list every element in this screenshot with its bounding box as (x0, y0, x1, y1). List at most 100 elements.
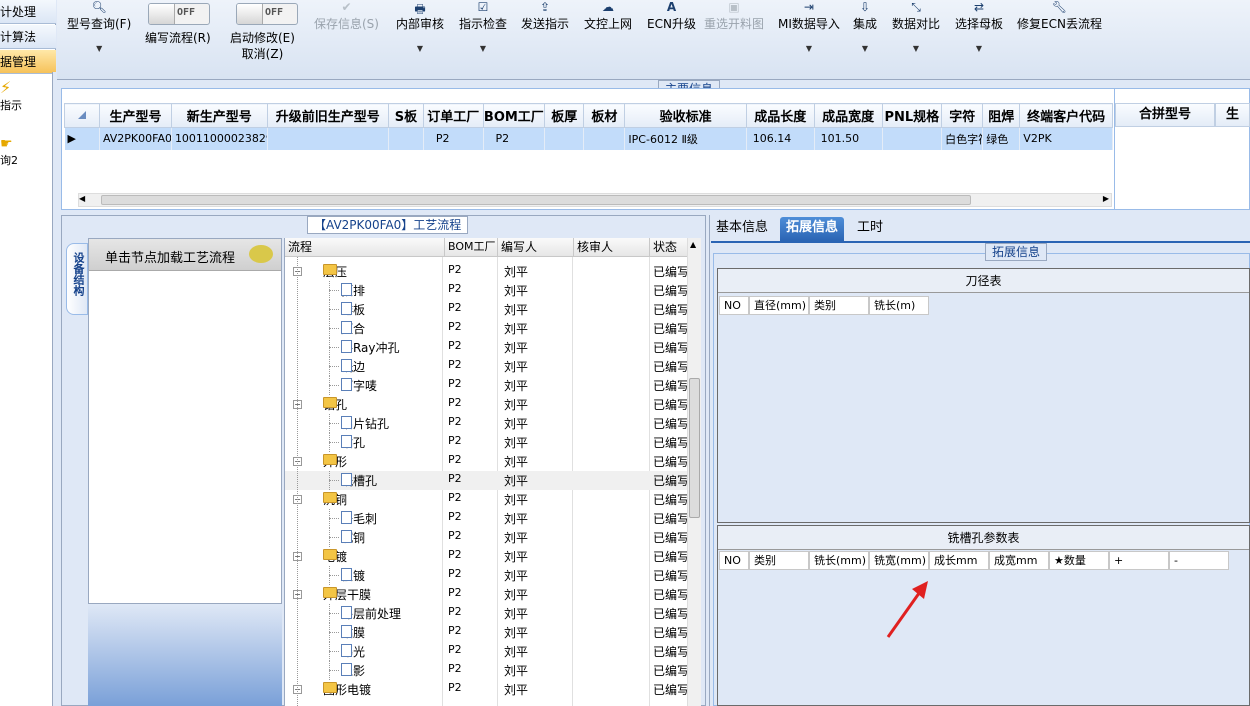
remove-column-button[interactable]: - (1169, 551, 1229, 570)
column-header[interactable]: 板材 (583, 103, 626, 128)
tree-row[interactable]: 曝光 P2 刘平 已编写 (285, 642, 687, 661)
chevron-down-icon[interactable]: ▼ (459, 44, 507, 53)
column-header[interactable]: NO (719, 296, 749, 315)
scroll-thumb[interactable] (689, 378, 700, 518)
table-cell[interactable]: 101.50 (814, 127, 883, 150)
column-header[interactable]: 成品长度 (745, 103, 815, 128)
model-query-button[interactable]: 🔍︎ 型号查询(F) ▼ (67, 0, 131, 53)
nav-sub-instruction[interactable]: ⚡ 指示 (0, 78, 22, 113)
table-cell[interactable] (267, 127, 389, 150)
column-header[interactable]: 编写人 (498, 238, 574, 257)
cancel-label[interactable]: 取消(Z) (230, 46, 295, 62)
table-cell[interactable]: IPC-6012 Ⅱ级 (624, 127, 747, 150)
table-cell[interactable] (882, 127, 943, 150)
chevron-down-icon[interactable]: ▼ (853, 44, 877, 53)
column-header[interactable]: 字符 (941, 103, 984, 128)
column-header[interactable]: BOM工厂 (482, 103, 546, 128)
tab-basic-info[interactable]: 基本信息 (710, 217, 774, 241)
tab-work-hours[interactable]: 工时 (851, 217, 889, 241)
column-header[interactable]: 成宽mm (989, 551, 1049, 570)
tree-row[interactable]: 铝片钻孔 P2 刘平 已编写 (285, 414, 687, 433)
column-header[interactable]: 类别 (749, 551, 809, 570)
tree-row[interactable]: 铣槽孔 P2 刘平 已编写 (285, 471, 687, 490)
column-header[interactable]: 流程 (285, 238, 445, 257)
integrate-button[interactable]: ⇩ 集成 ▼ (853, 0, 877, 53)
chevron-down-icon[interactable]: ▼ (67, 44, 131, 53)
tree-row[interactable]: 外形−P2刘平已编写 (285, 452, 687, 471)
tree-row[interactable]: 钻孔 P2 刘平 已编写 (285, 433, 687, 452)
tree-row[interactable]: 外层前处理 P2 刘平 已编写 (285, 604, 687, 623)
column-header[interactable]: 直径(mm) (749, 296, 809, 315)
tree-row[interactable]: 显影 P2 刘平 已编写 (285, 661, 687, 680)
tree-row[interactable]: 去毛刺 P2 刘平 已编写 (285, 509, 687, 528)
splitter[interactable] (52, 72, 56, 706)
tree-row[interactable]: 层压−P2刘平已编写 (285, 262, 687, 281)
table-cell[interactable]: AV2PK00FA0 (99, 127, 172, 150)
table-cell[interactable]: P2 (423, 127, 484, 150)
table-row[interactable]: ▶ AV2PK00FA0 10011000023829 P2 P2 IPC-60… (64, 127, 1113, 150)
table-cell[interactable] (388, 127, 424, 150)
column-header[interactable]: 类别 (809, 296, 869, 315)
tree-row[interactable]: 排板 P2 刘平 已编写 (285, 300, 687, 319)
column-header[interactable]: 成长mm (929, 551, 989, 570)
tree-row[interactable]: 铣边 P2 刘平 已编写 (285, 357, 687, 376)
horizontal-scrollbar[interactable]: ◀ ▶ (78, 193, 1112, 207)
tree-row[interactable]: 板镀 P2 刘平 已编写 (285, 566, 687, 585)
column-header[interactable]: 成品宽度 (813, 103, 883, 128)
internal-review-button[interactable]: 🖶 内部审核 ▼ (396, 0, 444, 53)
nav-item-processing[interactable]: 计处理 (0, 0, 56, 24)
nav-item-algorithm[interactable]: 计算法 (0, 25, 56, 49)
column-header[interactable]: S板 (387, 103, 424, 128)
tree-row[interactable]: 钻孔−P2刘平已编写 (285, 395, 687, 414)
reselect-cutting-chart-button[interactable]: ▣ 重选开料图 (704, 0, 764, 32)
tree-row[interactable]: 图形电镀 − P2 刘平 已编写 (285, 680, 687, 699)
table-cell[interactable] (544, 127, 585, 150)
column-header[interactable]: PNL规格 (881, 103, 943, 128)
table-cell[interactable]: V2PK (1019, 127, 1113, 150)
column-header[interactable]: 验收标准 (624, 103, 747, 128)
doc-control-online-button[interactable]: ☁ 文控上网 (584, 0, 632, 32)
tree-row[interactable]: X-Ray冲孔 P2 刘平 已编写 (285, 338, 687, 357)
table-cell[interactable]: 106.14 (746, 127, 815, 150)
chevron-down-icon[interactable]: ▼ (778, 44, 840, 53)
column-header[interactable]: NO (719, 551, 749, 570)
start-modify-toggle[interactable]: OFF (236, 3, 298, 25)
column-header[interactable]: BOM工厂 (445, 238, 498, 257)
tree-row[interactable]: 贴膜 P2 刘平 已编写 (285, 623, 687, 642)
tree-row[interactable]: 沉铜−P2刘平已编写 (285, 490, 687, 509)
scroll-up-icon[interactable]: ▲ (690, 240, 696, 249)
column-header[interactable]: 板厚 (544, 103, 585, 128)
chevron-down-icon[interactable]: ▼ (396, 44, 444, 53)
scroll-left-icon[interactable]: ◀ (79, 194, 85, 203)
add-column-button[interactable]: + (1109, 551, 1169, 570)
table-cell[interactable] (583, 127, 626, 150)
write-process-toggle[interactable]: OFF (148, 3, 210, 25)
tab-extended-info[interactable]: 拓展信息 (780, 217, 845, 241)
tree-row[interactable]: 沉铜 P2 刘平 已编写 (285, 528, 687, 547)
load-process-hint-bar[interactable]: 单击节点加载工艺流程 (89, 239, 281, 271)
data-compare-button[interactable]: ⤡ 数据对比 ▼ (892, 0, 940, 53)
select-mother-board-button[interactable]: ⇄ 选择母板 ▼ (955, 0, 1003, 53)
column-header[interactable]: 铣宽(mm) (869, 551, 929, 570)
send-instruction-button[interactable]: ⇪ 发送指示 (521, 0, 569, 32)
equipment-structure-tab[interactable]: 设备结构 (66, 243, 88, 315)
column-header[interactable]: 核审人 (574, 238, 650, 257)
process-vertical-scrollbar[interactable]: ▲ (687, 238, 701, 706)
column-header[interactable]: 终端客户代码 (1019, 103, 1113, 128)
column-header[interactable]: 状态 (650, 238, 687, 257)
tree-row[interactable]: 电镀−P2刘平已编写 (285, 547, 687, 566)
column-header[interactable]: 合拼型号 (1115, 103, 1215, 127)
chevron-down-icon[interactable]: ▼ (892, 44, 940, 53)
save-info-button[interactable]: ✔ 保存信息(S) (314, 0, 379, 32)
scroll-thumb[interactable] (101, 195, 971, 205)
column-header[interactable]: 铣长(mm) (809, 551, 869, 570)
column-header[interactable]: 生 (1215, 103, 1250, 127)
column-header[interactable]: 生产型号 (98, 103, 172, 128)
nav-sub-query2[interactable]: ☛ 询2 (0, 136, 18, 168)
column-header[interactable]: ★数量 (1049, 551, 1109, 570)
table-cell[interactable]: P2 (483, 127, 546, 150)
mi-data-import-button[interactable]: ⇥ MI数据导入 ▼ (778, 0, 840, 53)
chevron-down-icon[interactable]: ▼ (955, 44, 1003, 53)
column-header[interactable]: 铣长(m) (869, 296, 929, 315)
column-header[interactable]: 订单工厂 (422, 103, 484, 128)
